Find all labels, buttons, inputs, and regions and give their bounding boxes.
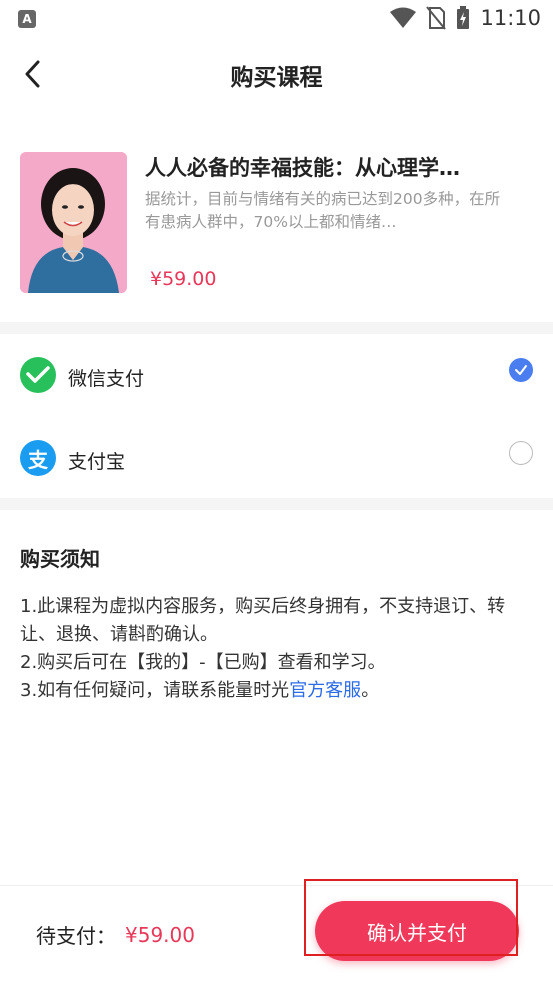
course-cover-image <box>20 152 127 293</box>
status-icons: 11:10 <box>390 6 541 30</box>
page-title: 购买课程 <box>230 65 323 91</box>
pending-payment-amount: ¥59.00 <box>125 923 195 947</box>
status-time: 11:10 <box>480 6 541 30</box>
payment-option-wechat[interactable]: 微信支付 <box>0 334 553 416</box>
wechat-pay-icon <box>20 357 56 393</box>
radio-checked-icon[interactable] <box>509 358 533 382</box>
course-description: 据统计，目前与情绪有关的病已达到200多种，在所有患病人群中，70%以上都和情绪… <box>145 190 501 231</box>
section-divider <box>0 322 553 334</box>
wifi-icon <box>390 7 417 28</box>
payment-label-alipay: 支付宝 <box>68 451 126 473</box>
notice-line-3-text: 3.如有任何疑问，请联系能量时光 <box>20 680 290 701</box>
course-card[interactable]: 人人必备的幸福技能：从心理学… 据统计，目前与情绪有关的病已达到200多种，在所… <box>0 130 553 320</box>
course-title: 人人必备的幸福技能：从心理学… <box>145 156 460 180</box>
confirm-pay-button[interactable]: 确认并支付 <box>315 901 519 961</box>
bottom-bar-divider <box>0 885 553 886</box>
radio-unchecked-icon[interactable] <box>509 441 533 465</box>
payment-option-alipay[interactable]: 支 支付宝 <box>0 416 553 498</box>
alipay-icon: 支 <box>20 440 56 476</box>
notice-line-2: 2.购买后可在【我的】-【已购】查看和学习。 <box>20 652 386 673</box>
customer-service-link[interactable]: 官方客服 <box>289 680 361 701</box>
payment-label-wechat: 微信支付 <box>68 368 145 390</box>
notice-title: 购买须知 <box>20 547 100 571</box>
status-bar: A 11:10 <box>0 0 553 38</box>
notice-body: 1.此课程为虚拟内容服务，购买后终身拥有，不支持退订、转让、退换、请斟酌确认。 … <box>20 593 535 705</box>
notice-line-3-end: 。 <box>361 680 380 701</box>
course-price: ¥59.00 <box>150 268 217 290</box>
battery-charging-icon <box>457 6 470 29</box>
section-divider <box>0 498 553 510</box>
no-sim-icon <box>426 6 447 30</box>
pending-payment-label: 待支付： <box>36 924 116 948</box>
app-notification-icon: A <box>18 10 36 28</box>
nav-bar: 购买课程 <box>0 38 553 110</box>
notice-line-3: 3.如有任何疑问，请联系能量时光官方客服。 <box>20 677 535 705</box>
notice-line-1: 1.此课程为虚拟内容服务，购买后终身拥有，不支持退订、转让、退换、请斟酌确认。 <box>20 596 506 645</box>
